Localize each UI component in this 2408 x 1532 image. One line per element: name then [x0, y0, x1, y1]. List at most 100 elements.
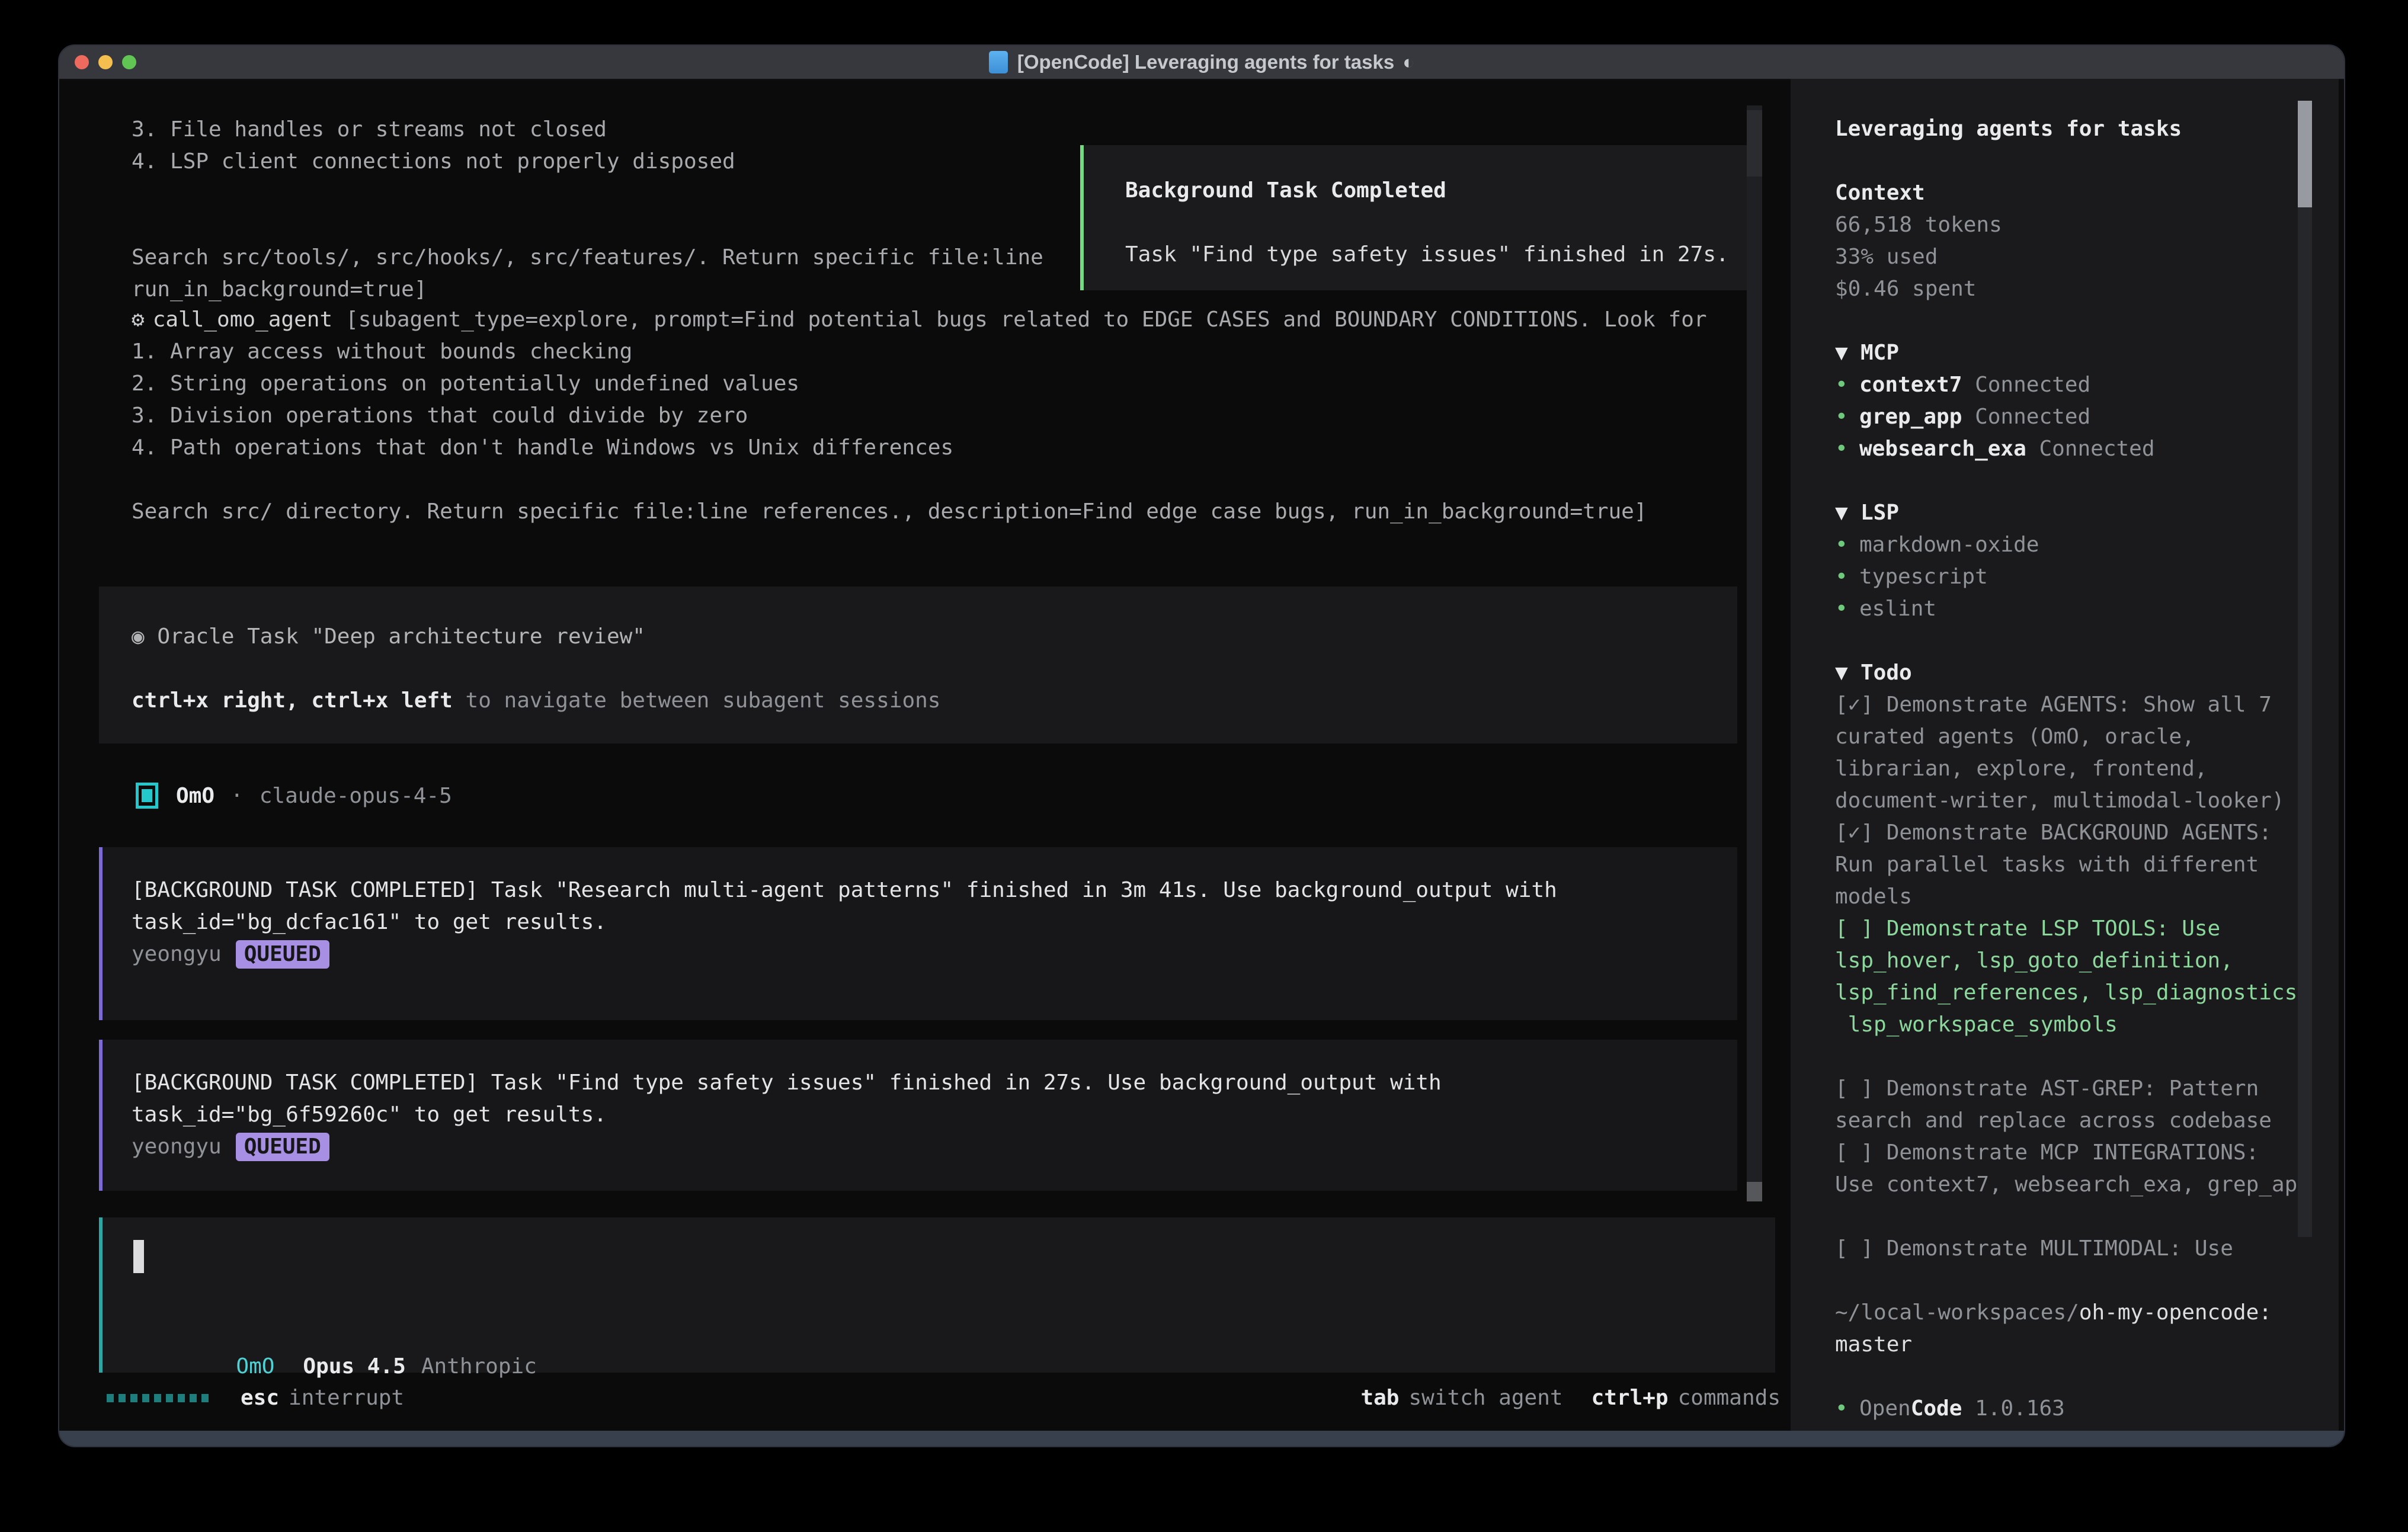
status-dot-icon: • — [1835, 529, 1859, 561]
message-line: task_id="bg_dcfac161" to get results. — [132, 906, 1737, 938]
tool-line: 2. String operations on potentially unde… — [132, 368, 1707, 400]
status-badge: QUEUED — [236, 940, 329, 969]
status-dot-icon: • — [1835, 369, 1859, 401]
notification-title: Background Task Completed — [1125, 175, 1753, 207]
separator-dot: · — [230, 784, 244, 808]
transcript-line: 3. File handles or streams not closed — [132, 114, 1043, 146]
context-tokens: 66,518 tokens — [1835, 209, 2339, 241]
hint-text: to navigate between subagent sessions — [453, 688, 941, 713]
window-title: [OpenCode] Leveraging agents for tasks — [1017, 51, 1394, 73]
message-line: task_id="bg_6f59260c" to get results. — [132, 1099, 1737, 1131]
tool-name: call_omo_agent — [153, 307, 332, 332]
agent-name: OmO — [176, 784, 214, 808]
esc-hint: escinterrupt — [241, 1382, 404, 1414]
lsp-item: •eslint — [1835, 593, 2339, 625]
oracle-panel: ◉ Oracle Task "Deep architecture review"… — [99, 586, 1737, 743]
minimize-button[interactable] — [98, 55, 113, 69]
workspace-branch: master — [1835, 1329, 2339, 1361]
app-window: [OpenCode] Leveraging agents for tasks ◐… — [59, 46, 2344, 1446]
mcp-item: •context7 Connected — [1835, 369, 2339, 401]
todo-heading[interactable]: ▼Todo — [1835, 657, 2339, 689]
zoom-button[interactable] — [122, 55, 136, 69]
status-badge: QUEUED — [236, 1133, 329, 1161]
lsp-item: •markdown-oxide — [1835, 529, 2339, 561]
context-heading: Context — [1835, 177, 2339, 209]
input-model-row: OmOOpus 4.5Anthropic — [133, 1319, 537, 1351]
tool-line: 1. Array access without bounds checking — [132, 336, 1707, 368]
background-task-message: [BACKGROUND TASK COMPLETED] Task "Resear… — [99, 847, 1737, 1020]
message-line: [BACKGROUND TASK COMPLETED] Task "Find t… — [132, 1067, 1737, 1099]
status-dot-icon: • — [1835, 593, 1859, 625]
todo-line: [ ] Demonstrate MCP INTEGRATIONS: — [1835, 1137, 2339, 1169]
input-provider-label: Anthropic — [421, 1354, 537, 1379]
window-footer — [59, 1431, 2344, 1446]
omo-agent-icon — [136, 783, 158, 809]
transcript-line: 4. LSP client connections not properly d… — [132, 146, 1043, 178]
background-task-message: [BACKGROUND TASK COMPLETED] Task "Find t… — [99, 1040, 1737, 1191]
context-used: 33% used — [1835, 241, 2339, 273]
todo-line-active: lsp_workspace_symbols — [1835, 1009, 2339, 1041]
notification-toast[interactable]: Background Task Completed Task "Find typ… — [1080, 145, 1756, 290]
spinner-icon: ◐ — [1402, 51, 1414, 73]
sidebar-scrollbar[interactable] — [2298, 101, 2312, 1237]
todo-line-active: lsp_find_references, lsp_diagnostics, — [1835, 977, 2339, 1009]
oracle-hint: ctrl+x right, ctrl+x left to navigate be… — [132, 685, 1737, 717]
message-meta: yeongyuQUEUED — [132, 1131, 1737, 1163]
transcript: 3. File handles or streams not closed 4.… — [132, 114, 1043, 306]
agent-header: OmO · claude-opus-4-5 — [136, 780, 452, 812]
input-model-label[interactable]: Opus 4.5 — [303, 1354, 405, 1379]
close-button[interactable] — [75, 55, 89, 69]
todo-line: models — [1835, 881, 2339, 913]
status-dot-icon: • — [1835, 1393, 1859, 1425]
todo-line-active: [ ] Demonstrate LSP TOOLS: Use — [1835, 913, 2339, 945]
todo-line: librarian, explore, frontend, — [1835, 753, 2339, 785]
key-hints: tabswitch agentctrl+pcommands — [1360, 1382, 1781, 1414]
todo-line: curated agents (OmO, oracle, — [1835, 721, 2339, 753]
context-spent: $0.46 spent — [1835, 273, 2339, 305]
chevron-down-icon: ▼ — [1835, 657, 1861, 689]
sidebar: Leveraging agents for tasks Context 66,5… — [1791, 79, 2339, 1431]
todo-line: Run parallel tasks with different — [1835, 849, 2339, 881]
mcp-heading[interactable]: ▼MCP — [1835, 337, 2339, 369]
status-dot-icon: • — [1835, 433, 1859, 465]
main-scrollbar[interactable] — [1747, 105, 1762, 1201]
gear-icon: ⚙ — [132, 307, 145, 332]
scrollbar-thumb[interactable] — [2298, 101, 2312, 207]
tool-line: Search src/ directory. Return specific f… — [132, 496, 1707, 528]
activity-dots-icon — [107, 1394, 209, 1402]
chevron-down-icon: ▼ — [1835, 337, 1861, 369]
hint-keys: ctrl+x right, ctrl+x left — [132, 688, 453, 713]
chevron-down-icon: ▼ — [1835, 497, 1861, 529]
blank-line — [132, 464, 1707, 496]
version-row: •OpenCode 1.0.163 — [1835, 1393, 2339, 1425]
blank-line — [132, 653, 1737, 685]
todo-line: [✓] Demonstrate BACKGROUND AGENTS: — [1835, 817, 2339, 849]
lsp-heading[interactable]: ▼LSP — [1835, 497, 2339, 529]
status-dot-icon: • — [1835, 561, 1859, 593]
todo-line: [✓] Demonstrate AGENTS: Show all 7 — [1835, 689, 2339, 721]
document-icon — [989, 51, 1008, 73]
session-title: Leveraging agents for tasks — [1835, 113, 2339, 145]
blank-line — [1125, 207, 1753, 239]
fisheye-icon: ◉ — [132, 624, 145, 649]
text-cursor — [133, 1240, 144, 1273]
input-agent-label[interactable]: OmO — [236, 1354, 274, 1379]
scrollbar-thumb[interactable] — [1747, 110, 1762, 177]
prompt-input[interactable]: OmOOpus 4.5Anthropic — [99, 1217, 1775, 1373]
scrollbar-thumb[interactable] — [1747, 1182, 1762, 1201]
todo-line: document-writer, multimodal-looker) — [1835, 785, 2339, 817]
status-bar: escinterrupt tabswitch agentctrl+pcomman… — [107, 1382, 1781, 1414]
oracle-title: ◉ Oracle Task "Deep architecture review" — [132, 621, 1737, 653]
message-line: [BACKGROUND TASK COMPLETED] Task "Resear… — [132, 874, 1737, 906]
status-dot-icon: • — [1835, 401, 1859, 433]
transcript-line: run_in_background=true] — [132, 274, 1043, 306]
todo-line: search and replace across codebase — [1835, 1105, 2339, 1137]
todo-line-active: lsp_hover, lsp_goto_definition, — [1835, 945, 2339, 977]
tool-call-block: ⚙ call_omo_agent [subagent_type=explore, p… — [132, 304, 1707, 528]
tool-line: 3. Division operations that could divide… — [132, 400, 1707, 432]
tool-args: [subagent_type=explore, prompt=Find pote… — [345, 307, 1706, 332]
todo-line: [ ] Demonstrate MULTIMODAL: Use — [1835, 1233, 2339, 1265]
transcript-line: Search src/tools/, src/hooks/, src/featu… — [132, 242, 1043, 274]
window-controls — [75, 55, 136, 69]
author: yeongyu — [132, 942, 222, 966]
